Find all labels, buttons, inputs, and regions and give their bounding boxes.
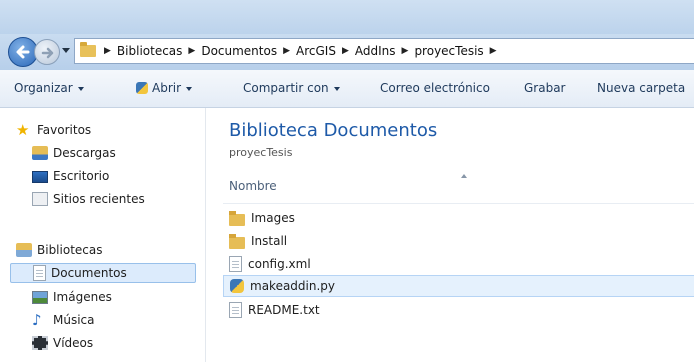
nav-downloads[interactable]: Descargas: [0, 143, 205, 163]
music-note-icon: ♪: [32, 311, 42, 329]
breadcrumb-arcgis[interactable]: ▶ ArcGIS: [277, 44, 336, 58]
column-divider: [223, 203, 694, 204]
column-header-name[interactable]: Nombre: [229, 179, 277, 193]
nav-desktop[interactable]: Escritorio: [0, 166, 205, 186]
file-row[interactable]: Install: [223, 230, 694, 252]
folder-icon: [229, 233, 245, 249]
file-row[interactable]: config.xml: [223, 253, 694, 275]
chevron-right-icon: ▶: [401, 46, 409, 56]
forward-arrow-icon: [41, 47, 54, 59]
organize-button[interactable]: Organizar: [14, 81, 84, 95]
chevron-right-icon: ▶: [104, 46, 111, 56]
library-title: Biblioteca Documentos: [229, 120, 438, 141]
window-titlebar: [0, 0, 694, 34]
python-file-icon: [230, 279, 244, 293]
content-pane: Biblioteca Documentos proyecTesis Nombre…: [206, 108, 694, 362]
video-film-icon: [32, 336, 48, 350]
open-button[interactable]: Abrir: [136, 81, 193, 95]
dropdown-caret-icon: [77, 86, 84, 91]
new-folder-button[interactable]: Nueva carpeta: [597, 81, 685, 95]
email-button[interactable]: Correo electrónico: [380, 81, 490, 95]
downloads-folder-icon: [32, 146, 48, 160]
nav-pictures[interactable]: Imágenes: [0, 287, 205, 307]
nav-videos[interactable]: Vídeos: [0, 333, 205, 353]
nav-documents[interactable]: Documentos: [10, 263, 196, 283]
pictures-icon: [32, 291, 48, 304]
folder-icon: [229, 210, 245, 226]
share-with-button[interactable]: Compartir con: [243, 81, 340, 95]
libraries-icon: [16, 243, 32, 257]
file-row[interactable]: Images: [223, 207, 694, 229]
chevron-right-icon: ▶: [489, 46, 497, 56]
text-file-icon: [229, 302, 242, 318]
recent-places-icon: [32, 192, 48, 206]
library-subtitle: proyecTesis: [229, 146, 293, 159]
nav-recent-places[interactable]: Sitios recientes: [0, 189, 205, 209]
breadcrumb-addins[interactable]: ▶ AddIns: [336, 44, 396, 58]
sort-ascending-icon: [461, 174, 467, 178]
command-bar: Organizar Abrir Compartir con Correo ele…: [0, 70, 694, 108]
desktop-icon: [32, 171, 48, 183]
python-open-icon: [136, 82, 148, 94]
nav-favorites[interactable]: ★ Favoritos: [0, 120, 205, 140]
library-folder-icon: [80, 42, 96, 57]
chevron-right-icon: ▶: [283, 46, 291, 56]
star-icon: ★: [16, 121, 30, 139]
xml-file-icon: [229, 256, 242, 272]
documents-icon: [33, 265, 46, 281]
nav-music[interactable]: ♪ Música: [0, 310, 205, 330]
recent-pages-dropdown[interactable]: [62, 48, 70, 53]
file-row[interactable]: README.txt: [223, 299, 694, 321]
nav-libraries[interactable]: Bibliotecas: [0, 240, 205, 260]
dropdown-caret-icon: [186, 86, 193, 91]
file-row-selected[interactable]: makeaddin.py: [223, 275, 694, 297]
breadcrumb-documentos[interactable]: ▶ Documentos: [182, 44, 277, 58]
address-row: ▶ Bibliotecas ▶ Documentos ▶ ArcGIS ▶ AddIns…: [0, 34, 694, 70]
navigation-pane: ★ Favoritos Descargas Escritorio Sitios r…: [0, 108, 206, 362]
address-bar[interactable]: ▶ Bibliotecas ▶ Documentos ▶ ArcGIS ▶ AddIns…: [74, 38, 694, 64]
burn-button[interactable]: Grabar: [524, 81, 566, 95]
forward-button[interactable]: [34, 39, 60, 65]
dropdown-caret-icon: [333, 86, 340, 91]
breadcrumb-proyectesis[interactable]: ▶ proyecTesis ▶: [396, 44, 503, 58]
breadcrumb-bibliotecas[interactable]: ▶ Bibliotecas: [98, 44, 182, 58]
chevron-right-icon: ▶: [341, 46, 349, 56]
chevron-right-icon: ▶: [188, 46, 196, 56]
